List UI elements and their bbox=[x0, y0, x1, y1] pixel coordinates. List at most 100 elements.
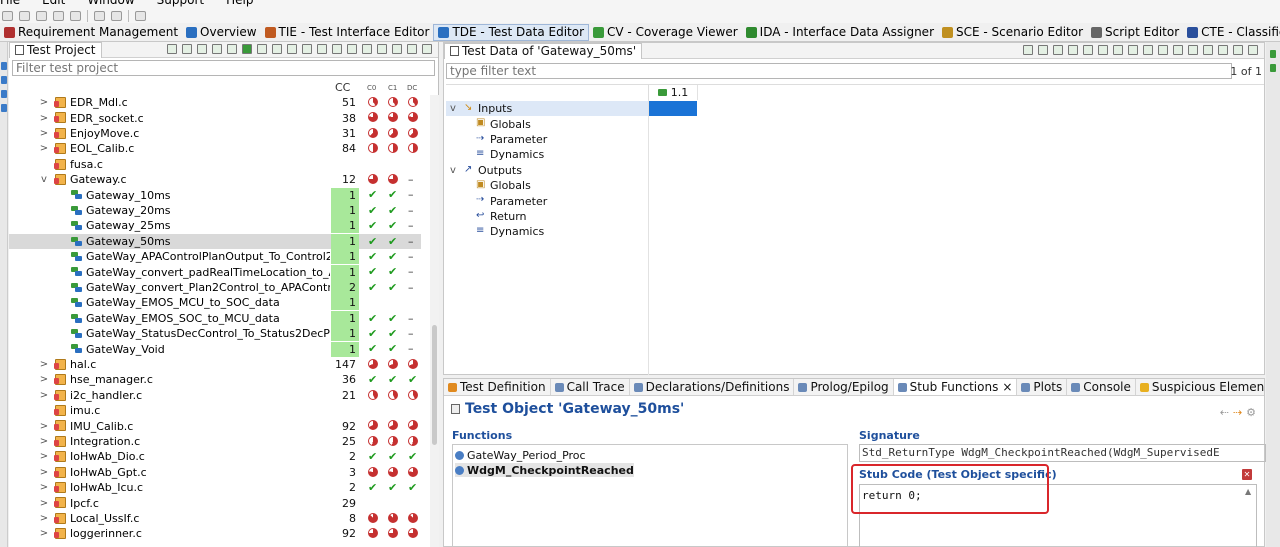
import-icon[interactable] bbox=[317, 44, 327, 54]
collapse-chevron-icon[interactable]: > bbox=[39, 374, 49, 385]
tree-row[interactable]: > EDR_Mdl.c 51 bbox=[9, 95, 421, 110]
tree-row[interactable]: GateWay_EMOS_MCU_to_SOC_data 1 bbox=[9, 295, 421, 311]
perspective-tab[interactable]: Requirement Management bbox=[0, 24, 182, 41]
tree-row[interactable]: > Integration.c 25 bbox=[9, 434, 421, 449]
expand-chevron-icon[interactable]: v bbox=[39, 174, 49, 185]
collapse-chevron-icon[interactable]: > bbox=[39, 482, 49, 493]
add-test-case-icon[interactable] bbox=[1023, 45, 1033, 55]
move-up-icon[interactable] bbox=[1053, 45, 1063, 55]
perspective-tab[interactable]: IDA - Interface Data Assigner bbox=[742, 24, 938, 41]
dropdown-icon[interactable] bbox=[287, 44, 297, 54]
dc-column-header[interactable]: DC bbox=[407, 84, 418, 95]
maximize-icon[interactable] bbox=[1248, 45, 1258, 55]
dropdown-icon[interactable] bbox=[212, 44, 222, 54]
tree-row[interactable]: > Local_UssIf.c 8 bbox=[9, 511, 421, 526]
tree-row[interactable]: fusa.c bbox=[9, 157, 421, 172]
collapse-chevron-icon[interactable]: > bbox=[39, 421, 49, 432]
tree-row[interactable]: v Gateway.c 12 – bbox=[9, 172, 421, 187]
test-data-row[interactable]: ⇢ Parameter bbox=[446, 132, 648, 147]
menu-item-window[interactable]: Window bbox=[87, 0, 134, 7]
bottom-tab[interactable]: Console bbox=[1067, 379, 1136, 395]
nav-forward-icon[interactable]: ⇢ bbox=[1233, 406, 1242, 419]
bottom-tab[interactable]: Suspicious Elements bbox=[1136, 379, 1264, 395]
bottom-tab[interactable]: Call Trace bbox=[551, 379, 630, 395]
settings-icon[interactable] bbox=[1188, 45, 1198, 55]
collapse-chevron-icon[interactable]: > bbox=[39, 359, 49, 370]
bottom-tab[interactable]: Prolog/Epilog bbox=[794, 379, 894, 395]
test-data-row[interactable]: v ↗ Outputs bbox=[446, 163, 648, 178]
minimized-view-icon[interactable] bbox=[1270, 64, 1276, 72]
cc-column-header[interactable]: CC bbox=[335, 81, 350, 94]
tree-row[interactable]: > hse_manager.c 36 ✔ ✔ ✔ bbox=[9, 372, 421, 387]
stack-icon[interactable] bbox=[302, 44, 312, 54]
tree-row[interactable]: > IoHwAb_Dio.c 2 ✔ ✔ ✔ bbox=[9, 449, 421, 464]
tree-row[interactable]: > loggerinner.c 92 bbox=[9, 526, 421, 541]
bottom-tab[interactable]: Plots bbox=[1017, 379, 1068, 395]
minimized-view-icon[interactable] bbox=[1, 76, 7, 84]
tree-icon[interactable] bbox=[377, 44, 387, 54]
bottom-tab[interactable]: Test Definition bbox=[444, 379, 551, 395]
tree-row[interactable]: Gateway_20ms 1 ✔ ✔ – bbox=[9, 202, 421, 218]
export-icon[interactable] bbox=[332, 44, 342, 54]
view-menu-icon[interactable] bbox=[392, 44, 402, 54]
clear-icon[interactable] bbox=[1203, 45, 1213, 55]
tree-row[interactable]: GateWay_convert_Plan2Control_to_APAContr… bbox=[9, 279, 421, 295]
tree-row[interactable]: > EOL_Calib.c 84 bbox=[9, 141, 421, 156]
tree-row[interactable]: imu.c bbox=[9, 403, 421, 418]
grid-icon[interactable] bbox=[1143, 45, 1153, 55]
minimize-icon[interactable] bbox=[407, 44, 417, 54]
layout-icon[interactable] bbox=[1173, 45, 1183, 55]
test-project-tab[interactable]: Test Project bbox=[9, 41, 102, 58]
report-icon[interactable] bbox=[272, 44, 282, 54]
delete-stub-icon[interactable]: ✕ bbox=[1242, 469, 1252, 480]
sort-icon[interactable] bbox=[362, 44, 372, 54]
delete-test-case-icon[interactable] bbox=[1038, 45, 1048, 55]
test-data-tab[interactable]: Test Data of 'Gateway_50ms' bbox=[444, 42, 643, 59]
menu-item-file[interactable]: File bbox=[0, 0, 20, 7]
signature-field[interactable]: Std_ReturnType WdgM_CheckpointReached(Wd… bbox=[859, 444, 1266, 462]
perspective-tab[interactable]: SCE - Scenario Editor bbox=[938, 24, 1087, 41]
expand-chevron-icon[interactable]: v bbox=[448, 103, 458, 114]
collapse-chevron-icon[interactable]: > bbox=[39, 113, 49, 124]
tree-row[interactable]: > IoHwAb_Icu.c 2 ✔ ✔ ✔ bbox=[9, 480, 421, 495]
delete-icon[interactable] bbox=[70, 11, 81, 21]
tree-row[interactable]: > IoHwAb_Gpt.c 3 bbox=[9, 465, 421, 480]
menu-item-help[interactable]: Help bbox=[226, 0, 253, 7]
minimized-view-icon[interactable] bbox=[1270, 50, 1276, 58]
bottom-tab[interactable]: Declarations/Definitions bbox=[630, 379, 795, 395]
collapse-chevron-icon[interactable]: > bbox=[39, 390, 49, 401]
project-scrollbar[interactable] bbox=[430, 95, 439, 547]
tree-row[interactable]: > EDR_socket.c 38 bbox=[9, 110, 421, 125]
maximize-icon[interactable] bbox=[422, 44, 432, 54]
type-filter-input[interactable] bbox=[446, 63, 1232, 79]
sync-icon[interactable] bbox=[1218, 45, 1228, 55]
tree-row[interactable]: > i2c_handler.c 21 bbox=[9, 388, 421, 403]
tree-row[interactable]: GateWay_StatusDecControl_To_Status2DecPl… bbox=[9, 326, 421, 342]
stub-scroll-up-icon[interactable]: ▲ bbox=[1245, 487, 1253, 496]
minimized-view-icon[interactable] bbox=[1, 90, 7, 98]
collapse-chevron-icon[interactable]: > bbox=[39, 467, 49, 478]
test-data-row[interactable]: ▣ Globals bbox=[446, 116, 648, 131]
collapse-icon[interactable] bbox=[1128, 45, 1138, 55]
cut-icon[interactable] bbox=[19, 11, 30, 21]
window-icon[interactable] bbox=[347, 44, 357, 54]
bottom-tab[interactable]: Stub Functions × bbox=[893, 379, 1018, 395]
tree-row[interactable]: GateWay_convert_padRealTimeLocation_to_A… bbox=[9, 264, 421, 280]
collapse-chevron-icon[interactable]: > bbox=[39, 436, 49, 447]
collapse-chevron-icon[interactable]: > bbox=[39, 451, 49, 462]
collapse-chevron-icon[interactable]: > bbox=[39, 143, 49, 154]
filter-test-project-input[interactable] bbox=[12, 60, 435, 76]
perspective-tab[interactable]: Script Editor bbox=[1087, 24, 1183, 41]
dropdown-icon[interactable] bbox=[257, 44, 267, 54]
minimized-view-icon[interactable] bbox=[1, 104, 7, 112]
execute-icon[interactable] bbox=[242, 44, 252, 54]
tree-row[interactable]: GateWay_Void 1 ✔ ✔ – bbox=[9, 341, 421, 357]
expand-chevron-icon[interactable]: v bbox=[448, 165, 458, 176]
tree-row[interactable]: > Ipcf.c 29 bbox=[9, 495, 421, 510]
c0-column-header[interactable]: C0 bbox=[367, 84, 378, 95]
link-icon[interactable] bbox=[182, 44, 192, 54]
import-icon[interactable] bbox=[1083, 45, 1093, 55]
test-data-row[interactable]: ▣ Globals bbox=[446, 178, 648, 193]
c1-column-header[interactable]: C1 bbox=[388, 84, 399, 95]
collapse-chevron-icon[interactable]: > bbox=[39, 97, 49, 108]
